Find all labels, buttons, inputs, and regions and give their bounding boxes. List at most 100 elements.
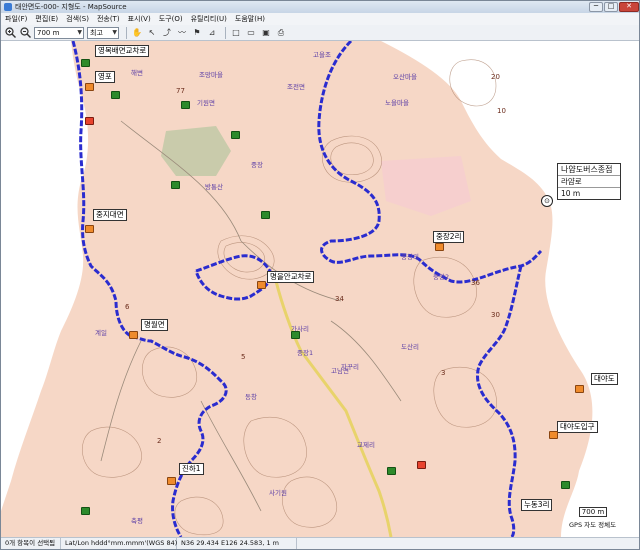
place-label-box[interactable]: 명월면 [141,319,168,331]
menu-view[interactable]: 표시(V) [128,14,151,24]
title-bar: 태안면도-000- 지형도 - MapSource ─ □ ✕ [1,1,639,13]
zoom-level-value: 700 m [37,28,60,37]
place-label: 노을마을 [385,99,409,107]
detail-level-value: 최고 [90,28,103,37]
market-label[interactable]: 영포 [95,71,115,83]
menu-transfer[interactable]: 전송(T) [97,14,120,24]
place-label-box[interactable]: 누동3리 [521,499,553,511]
road-number: 5 [241,353,246,361]
crossing-label[interactable]: 중지대면 [93,209,127,221]
road-number: 3 [441,369,446,377]
place-label: 중장2 [433,273,450,281]
zoom-level-select[interactable]: 700 m ▼ [34,26,84,39]
save-icon[interactable]: ▣ [260,27,272,39]
selection-status: 0개 항목이 선택됨 [1,538,61,549]
poi-icon[interactable] [575,385,584,393]
menu-help[interactable]: 도움말(H) [235,14,265,24]
place-label: 사기원 [269,489,287,497]
road-number: 34 [335,295,344,303]
menu-file[interactable]: 파일(F) [5,14,27,24]
route-track-east [476,265,523,537]
road-number: 30 [491,311,500,319]
poi-icon[interactable] [81,507,90,515]
minimize-button[interactable]: ─ [589,1,603,12]
scale-bar: 700 m [579,507,607,517]
chevron-down-icon: ▼ [112,28,117,36]
junction-label[interactable]: 영목배면교차로 [95,45,150,57]
place-label-box[interactable]: 진하1 [179,463,204,475]
place-label: 자꾸리 [341,363,359,371]
poi-icon[interactable] [171,181,180,189]
poi-icon[interactable] [417,461,426,469]
poi-icon[interactable] [231,131,240,139]
new-file-icon[interactable]: □ [230,27,242,39]
chevron-down-icon: ▼ [77,28,82,36]
poi-icon[interactable] [435,243,444,251]
place-label: 방통산 [205,183,223,191]
farmland [161,126,231,176]
poi-icon[interactable] [261,211,270,219]
toolbar: 700 m ▼ 최고 ▼ ✋ ↖ ⤴ 〰 ⚑ ⊿ □ ▭ ▣ ⎙ [1,25,639,41]
place-label-box[interactable]: 대야도 [591,373,618,385]
waypoint-icon[interactable]: ⚑ [191,27,203,39]
road-number: 10 [497,107,506,115]
junction-label[interactable]: 명을안교차로 [267,271,315,283]
poi-icon[interactable] [561,481,570,489]
place-label-box[interactable]: 중장2리 [433,231,465,243]
maximize-button[interactable]: □ [604,1,618,12]
menu-edit[interactable]: 편집(E) [35,14,58,24]
poi-icon[interactable] [181,101,190,109]
contours [82,59,497,536]
poi-icon[interactable] [85,117,94,125]
place-label: 조전면 [287,83,305,91]
poi-icon[interactable] [549,431,558,439]
mapsource-window: 태안면도-000- 지형도 - MapSource ─ □ ✕ 파일(F) 편집… [0,0,640,550]
menu-tools[interactable]: 도구(O) [159,14,183,24]
map-view[interactable]: 해변 조망마을 고을조 오산마을 노을마을 기원면 조전면 중장 방통산 중장리… [1,41,639,537]
map-canvas [1,41,639,537]
road-number: 6 [125,303,130,311]
track-icon[interactable]: 〰 [176,27,188,39]
place-label: 중장 [251,161,263,169]
place-label: 오산마을 [393,73,417,81]
measure-icon[interactable]: ⊿ [206,27,218,39]
cursor-coordinates: N36 29.434 E126 24.583, 1 m [177,538,297,549]
hand-tool-icon[interactable]: ✋ [131,27,143,39]
place-label: 도산리 [401,343,419,351]
poi-icon[interactable] [387,467,396,475]
poi-icon[interactable] [291,331,300,339]
poi-icon[interactable] [167,477,176,485]
close-button[interactable]: ✕ [619,1,639,12]
menu-utilities[interactable]: 유틸리티(U) [191,14,227,24]
place-label-box[interactable]: 대야도입구 [557,421,598,433]
local-roads [100,120,402,512]
place-label: 중장1 [297,349,314,357]
menu-search[interactable]: 검색(S) [66,14,89,24]
bus-stop-icon[interactable]: ⊙ [541,195,553,207]
print-icon[interactable]: ⎙ [275,27,287,39]
detail-level-select[interactable]: 최고 ▼ [87,26,119,39]
toolbar-separator [225,26,226,39]
poi-icon[interactable] [129,331,138,339]
window-title: 태안면도-000- 지형도 - MapSource [15,3,127,11]
route-icon[interactable]: ⤴ [161,27,173,39]
app-icon [4,3,12,11]
position-format: Lat/Lon hddd°mm.mmm'(WGS 84) [61,538,177,549]
open-file-icon[interactable]: ▭ [245,27,257,39]
road-number: 77 [176,87,185,95]
pink-zone [381,156,471,216]
zoom-out-icon[interactable] [19,27,31,39]
select-icon[interactable]: ↖ [146,27,158,39]
zoom-in-icon[interactable] [4,27,16,39]
poi-icon[interactable] [85,83,94,91]
toolbar-separator [126,26,127,39]
menu-bar: 파일(F) 편집(E) 검색(S) 전송(T) 표시(V) 도구(O) 유틸리티… [1,13,639,25]
place-label: 고을조 [313,51,331,59]
poi-icon[interactable] [85,225,94,233]
poi-icon[interactable] [81,59,90,67]
poi-icon[interactable] [257,281,266,289]
road-number: 20 [491,73,500,81]
poi-icon[interactable] [111,91,120,99]
place-label: 동창 [245,393,257,401]
place-label: 교제리 [357,441,375,449]
